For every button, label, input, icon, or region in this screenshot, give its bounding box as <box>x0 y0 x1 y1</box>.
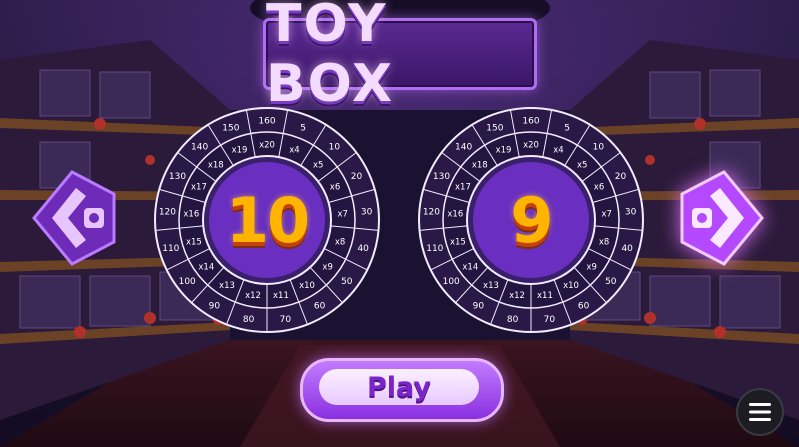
game-title: TOY BOX <box>266 0 395 114</box>
play-button[interactable]: Play <box>300 358 504 422</box>
chevron-left-icon <box>32 170 116 266</box>
next-button[interactable] <box>680 170 764 266</box>
left-dial-number: 10 <box>225 183 310 257</box>
right-dial-number: 9 <box>510 183 553 257</box>
play-button-label: Play <box>366 371 432 403</box>
right-dial: 160 x20 5 x4 10 x5 20 x6 30 x7 40 x8 50 x9 60 x10 70 x11 8… <box>416 105 646 335</box>
hamburger-menu-icon <box>749 403 771 421</box>
previous-button[interactable] <box>32 170 116 266</box>
play-button-face: Play <box>319 369 479 405</box>
game-scene: TOY BOX 160 x20 5 x4 10 x5 20 x6 30 x7 40 x8 50 x9 60 x… <box>0 0 799 447</box>
left-dial: 160 x20 5 x4 10 x5 20 x6 30 x7 40 x8 50 x9 60 x10 70 x11 8… <box>152 105 382 335</box>
title-plate: TOY BOX <box>263 0 537 114</box>
menu-button[interactable] <box>736 388 784 436</box>
chevron-right-icon <box>680 170 764 266</box>
